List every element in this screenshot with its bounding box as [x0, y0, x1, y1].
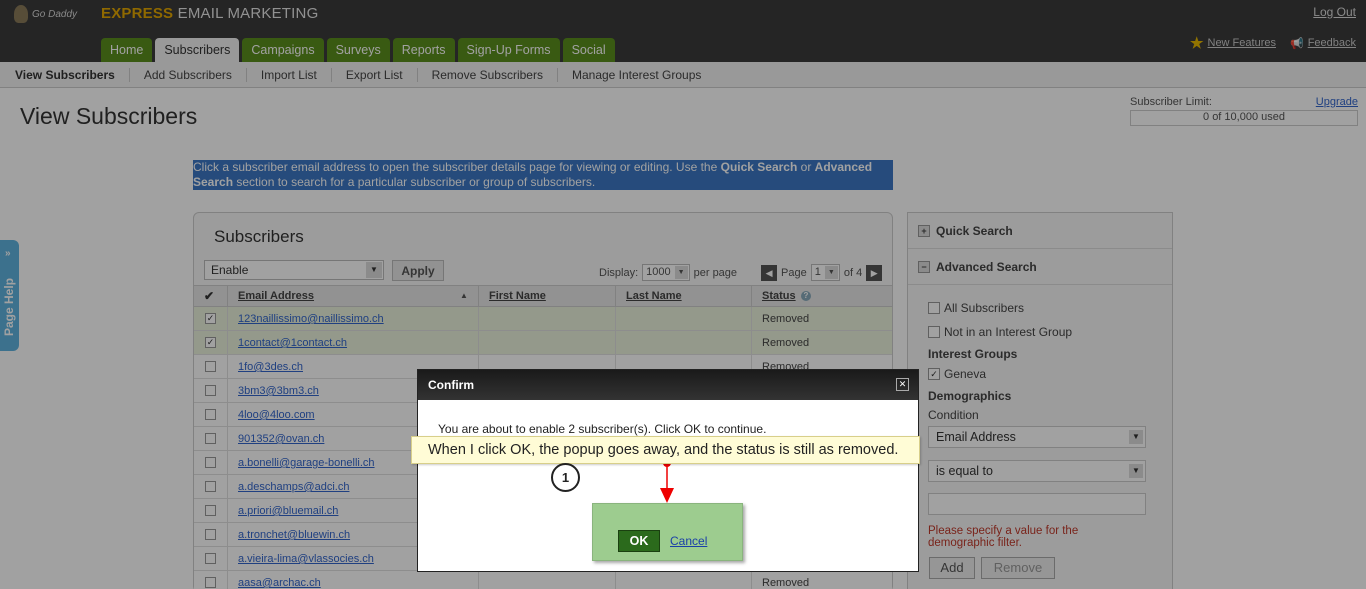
arrow-head-icon	[660, 488, 674, 503]
step-number-badge: 1	[551, 463, 580, 492]
annotation-arrow	[660, 459, 674, 503]
annotation-callout: When I click OK, the popup goes away, an…	[411, 436, 920, 464]
